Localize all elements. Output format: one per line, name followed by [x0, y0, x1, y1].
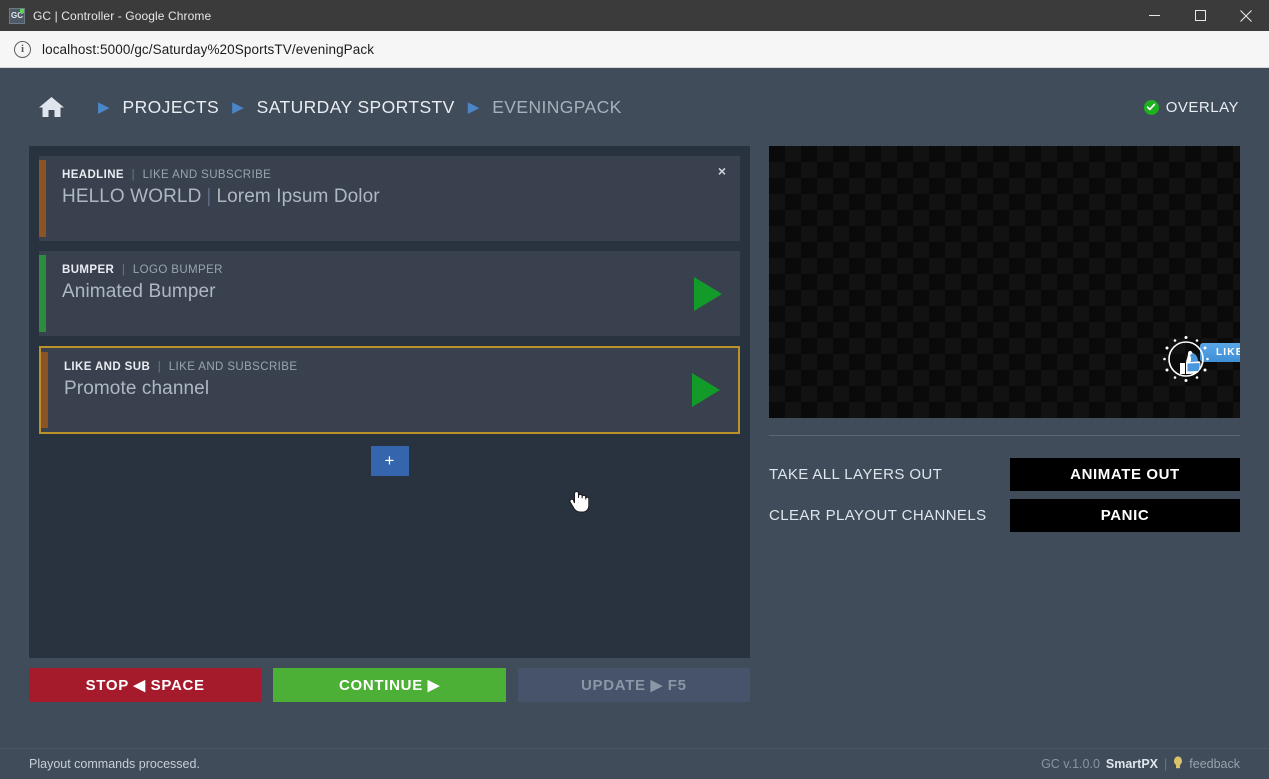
brand-name: SmartPX	[1105, 757, 1159, 771]
home-icon[interactable]	[38, 95, 65, 119]
breadcrumb-separator-1: ▶	[98, 98, 110, 116]
action-label-animate-out: TAKE ALL LAYERS OUT	[769, 466, 943, 483]
play-icon[interactable]	[692, 373, 720, 407]
breadcrumb-separator-3: ▶	[467, 98, 480, 116]
browser-window: GC GC | Controller - Google Chrome i loc…	[0, 0, 1269, 779]
stop-button[interactable]: STOP ◀ SPACE	[29, 668, 262, 702]
app-favicon: GC	[9, 7, 25, 24]
browser-toolbar: i localhost:5000/gc/Saturday%20SportsTV/…	[0, 31, 1269, 68]
breadcrumb-item-project[interactable]: SATURDAY SPORTSTV	[257, 97, 455, 118]
layer-name: LIKE AND SUB	[64, 361, 151, 373]
layer-meta-pipe: |	[157, 361, 162, 373]
layer-meta-pipe: |	[131, 169, 135, 181]
layer-meta: HEADLINE | LIKE AND SUBSCRIBE	[62, 169, 740, 181]
update-button[interactable]: UPDATE ▶ F5	[517, 668, 750, 702]
animate-out-button[interactable]: ANIMATE OUT	[1010, 458, 1240, 491]
address-bar-url[interactable]: localhost:5000/gc/Saturday%20SportsTV/ev…	[42, 42, 374, 57]
layer-accent-bar	[39, 255, 46, 332]
app-page: ▶ PROJECTS ▶ SATURDAY SPORTSTV ▶ EVENING…	[0, 68, 1269, 779]
breadcrumb-item-projects[interactable]: PROJECTS	[123, 97, 220, 118]
play-icon[interactable]	[694, 276, 722, 311]
app-version: GC v.1.0.0	[1041, 757, 1100, 771]
layer-accent-bar	[41, 352, 48, 428]
app-header: ▶ PROJECTS ▶ SATURDAY SPORTSTV ▶ EVENING…	[0, 68, 1269, 146]
layer-meta-pipe: |	[121, 264, 126, 276]
layer-name: BUMPER	[62, 264, 115, 276]
preview-canvas[interactable]: LIKE	[769, 146, 1240, 418]
layer-title-main: Promote channel	[64, 378, 210, 399]
window-title: GC | Controller - Google Chrome	[33, 8, 212, 23]
thumbs-up-icon	[1163, 336, 1209, 382]
breadcrumb-item-current: EVENINGPACK	[492, 96, 622, 117]
main-layout: HEADLINE | LIKE AND SUBSCRIBE HELLO WORL…	[0, 146, 1269, 702]
preview-divider	[769, 435, 1240, 436]
layer-list: HEADLINE | LIKE AND SUBSCRIBE HELLO WORL…	[29, 146, 750, 658]
layer-title-main: Animated Bumper	[62, 281, 216, 302]
status-badge: OVERLAY	[1143, 98, 1239, 116]
add-layer-button[interactable]: +	[370, 446, 409, 476]
window-titlebar: GC GC | Controller - Google Chrome	[0, 0, 1269, 31]
layer-name: HEADLINE	[62, 169, 124, 181]
lightbulb-icon	[1173, 755, 1183, 773]
site-info-icon[interactable]: i	[14, 40, 31, 58]
check-circle-icon	[1143, 99, 1159, 115]
window-controls	[1131, 0, 1269, 31]
status-message: Playout commands processed.	[29, 757, 200, 771]
layer-title-sub: Lorem Ipsum Dolor	[216, 186, 380, 207]
layer-title-main: HELLO WORLD	[62, 186, 202, 207]
layer-card-headline[interactable]: HEADLINE | LIKE AND SUBSCRIBE HELLO WORL…	[39, 156, 740, 241]
layer-card-body: HEADLINE | LIKE AND SUBSCRIBE HELLO WORL…	[46, 156, 740, 241]
breadcrumb-separator-2: ▶	[232, 98, 244, 116]
panic-button[interactable]: PANIC	[1010, 499, 1240, 532]
favicon-status-dot	[20, 8, 24, 13]
action-label-panic: CLEAR PLAYOUT CHANNELS	[769, 507, 987, 524]
continue-button[interactable]: CONTINUE ▶	[273, 668, 506, 702]
status-bar-right: GC v.1.0.0 SmartPX | feedback	[1041, 755, 1240, 773]
status-bar: Playout commands processed. GC v.1.0.0 S…	[0, 748, 1269, 779]
maximize-button[interactable]	[1177, 0, 1223, 31]
layer-accent-bar	[39, 160, 46, 237]
transport-controls: STOP ◀ SPACE CONTINUE ▶ UPDATE ▶ F5	[29, 668, 750, 702]
close-button[interactable]	[1223, 0, 1269, 31]
layer-title: Promote channel	[64, 378, 738, 400]
action-row-panic: CLEAR PLAYOUT CHANNELS PANIC	[769, 499, 1240, 532]
layer-template: LIKE AND SUBSCRIBE	[142, 169, 272, 181]
layers-column: HEADLINE | LIKE AND SUBSCRIBE HELLO WORL…	[29, 146, 750, 702]
status-separator: |	[1164, 757, 1168, 771]
layer-title: Animated Bumper	[62, 281, 740, 303]
status-badge-label: OVERLAY	[1165, 98, 1239, 116]
feedback-link[interactable]: feedback	[1189, 757, 1240, 771]
global-actions: TAKE ALL LAYERS OUT ANIMATE OUT CLEAR PL…	[769, 458, 1240, 532]
layer-meta: BUMPER | LOGO BUMPER	[62, 264, 740, 276]
layer-card-like-and-sub[interactable]: LIKE AND SUB | LIKE AND SUBSCRIBE Promot…	[39, 346, 740, 434]
layer-title: HELLO WORLD | Lorem Ipsum Dolor	[62, 186, 740, 208]
layer-card-body: LIKE AND SUB | LIKE AND SUBSCRIBE Promot…	[48, 348, 738, 432]
action-row-animate-out: TAKE ALL LAYERS OUT ANIMATE OUT	[769, 458, 1240, 491]
layer-template: LOGO BUMPER	[132, 264, 223, 276]
layer-meta: LIKE AND SUB | LIKE AND SUBSCRIBE	[64, 361, 738, 373]
like-overlay-graphic: LIKE	[1160, 333, 1240, 385]
breadcrumb: ▶ PROJECTS ▶ SATURDAY SPORTSTV ▶ EVENING…	[38, 95, 1144, 119]
layer-title-pipe: |	[206, 186, 212, 207]
close-icon[interactable]: ×	[718, 164, 726, 178]
minimize-button[interactable]	[1131, 0, 1177, 31]
layer-card-bumper[interactable]: BUMPER | LOGO BUMPER Animated Bumper	[39, 251, 740, 336]
preview-column: LIKE	[769, 146, 1240, 702]
layer-card-body: BUMPER | LOGO BUMPER Animated Bumper	[46, 251, 740, 336]
layer-template: LIKE AND SUBSCRIBE	[168, 361, 298, 373]
add-layer-row: +	[39, 446, 740, 476]
